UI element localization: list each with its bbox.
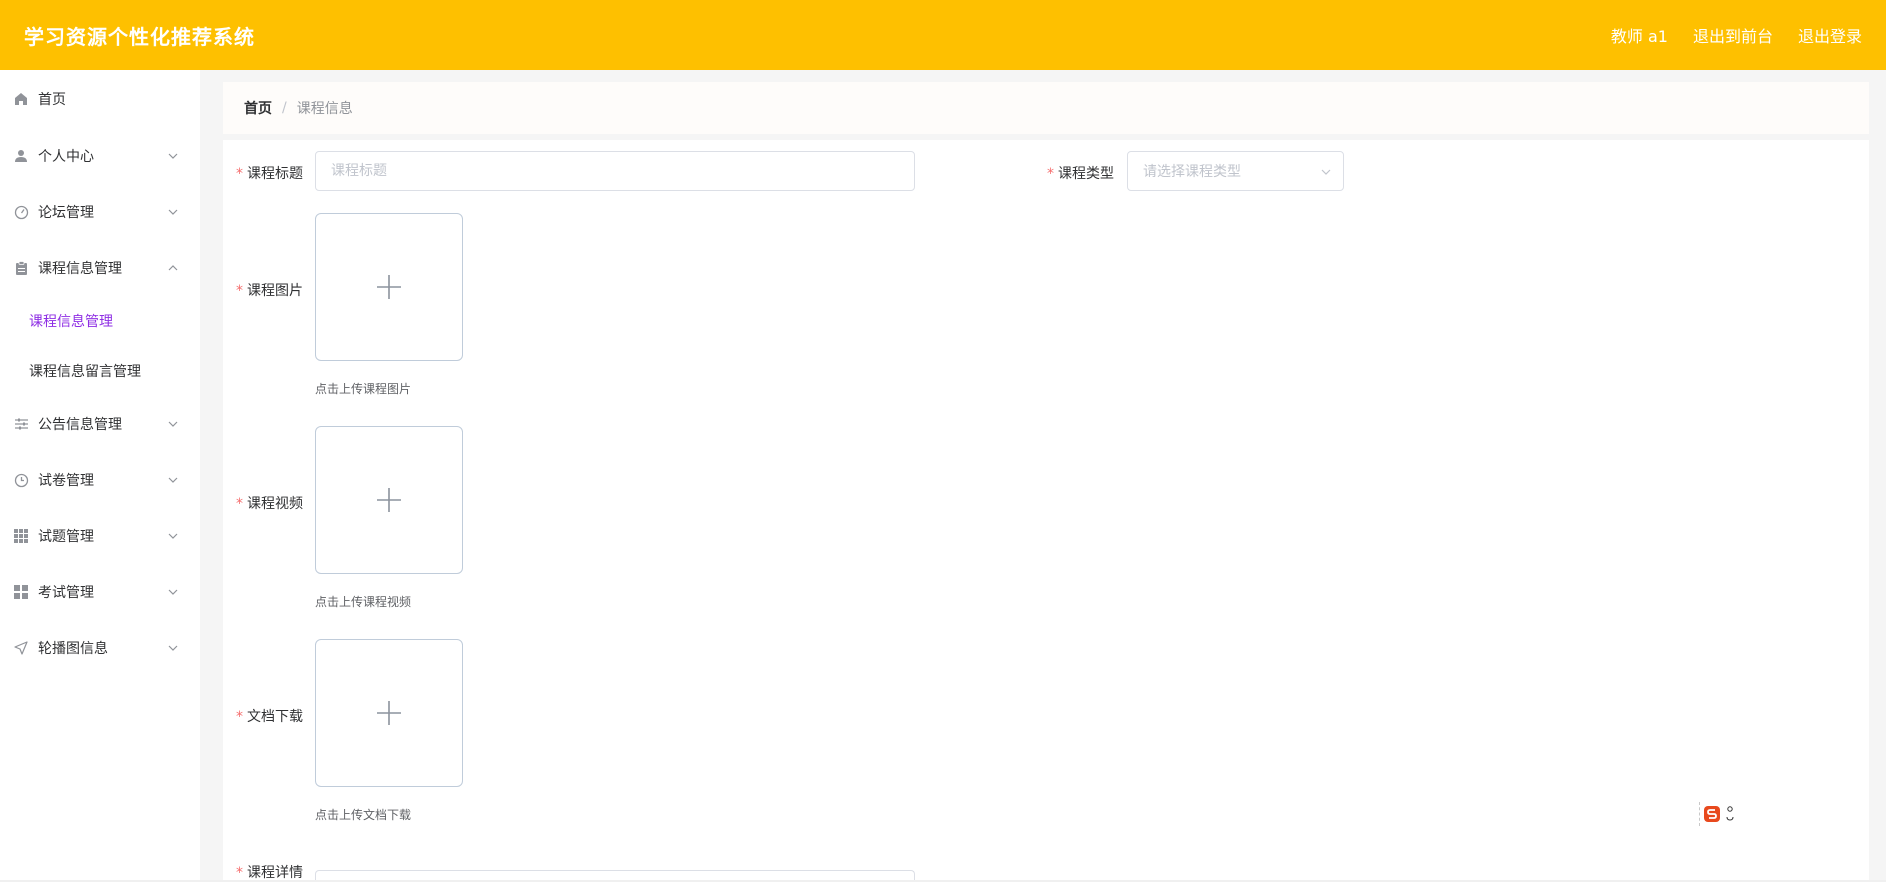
sidebar-item-label: 首页 xyxy=(38,92,66,108)
plus-icon xyxy=(377,488,401,512)
required-mark: * xyxy=(236,709,243,725)
chevron-down-icon xyxy=(168,645,178,651)
course-form: *课程标题 *课程类型 请选择课程类型 *课程图片 点击上传课程图片 *课程视频… xyxy=(223,140,1869,881)
sidebar: 首页 个人中心 论坛管理 课程信息管理 课程信息管理 课程信息留言管理 公告信息… xyxy=(0,70,200,880)
clock-icon xyxy=(13,472,29,488)
required-mark: * xyxy=(236,496,243,512)
document-tip: 点击上传文档下载 xyxy=(315,808,412,822)
logout-link[interactable]: 退出登录 xyxy=(1798,23,1862,47)
home-icon xyxy=(13,91,29,107)
chevron-down-icon xyxy=(168,153,178,159)
breadcrumb-separator: / xyxy=(282,100,287,116)
sidebar-item-label: 课程信息管理 xyxy=(38,261,122,277)
sliders-icon xyxy=(13,416,29,432)
chevron-down-icon xyxy=(168,533,178,539)
app-title: 学习资源个性化推荐系统 xyxy=(24,24,255,49)
sidebar-item-personal-center[interactable]: 个人中心 xyxy=(0,128,200,184)
sidebar-item-carousel[interactable]: 轮播图信息 xyxy=(0,620,200,676)
course-detail-label: * 课程详情 xyxy=(236,865,303,881)
chevron-down-icon xyxy=(168,421,178,427)
sidebar-item-course-info[interactable]: 课程信息管理 xyxy=(0,240,200,296)
course-title-input[interactable] xyxy=(315,151,915,191)
sidebar-item-label: 试卷管理 xyxy=(38,473,94,489)
gauge-icon xyxy=(13,204,29,220)
course-type-placeholder: 请选择课程类型 xyxy=(1143,164,1241,180)
user-label: 教师 a1 xyxy=(1610,27,1668,46)
required-mark: * xyxy=(1047,166,1054,182)
sidebar-item-papers[interactable]: 试卷管理 xyxy=(0,452,200,508)
sidebar-item-questions[interactable]: 试题管理 xyxy=(0,508,200,564)
user-icon xyxy=(13,148,29,164)
sidebar-item-label: 公告信息管理 xyxy=(38,417,122,433)
clipboard-icon xyxy=(13,260,29,276)
sidebar-item-label: 考试管理 xyxy=(38,585,94,601)
course-video-label: * 课程视频 xyxy=(236,496,303,512)
course-detail-editor[interactable] xyxy=(315,870,915,880)
apps-icon xyxy=(13,584,29,600)
course-type-label: * 课程类型 xyxy=(1047,166,1114,182)
sidebar-item-forum[interactable]: 论坛管理 xyxy=(0,184,200,240)
sidebar-item-label: 轮播图信息 xyxy=(38,641,108,657)
ime-mode-icon xyxy=(1726,806,1734,821)
plus-icon xyxy=(377,275,401,299)
chevron-down-icon xyxy=(1321,169,1331,175)
main-content: 首页 / 课程信息 *课程标题 *课程类型 请选择课程类型 *课程图片 点击上传… xyxy=(200,70,1886,881)
course-title-label: * 课程标题 xyxy=(236,166,303,182)
header-actions: 教师 a1 退出到前台 退出登录 xyxy=(1611,23,1862,47)
chevron-down-icon xyxy=(168,209,178,215)
ime-toolbar[interactable] xyxy=(1699,802,1751,826)
send-icon xyxy=(13,640,29,656)
plus-icon xyxy=(377,701,401,725)
document-uploader[interactable] xyxy=(315,639,463,787)
course-image-uploader[interactable] xyxy=(315,213,463,361)
sidebar-item-label: 论坛管理 xyxy=(38,205,94,221)
sidebar-item-label: 个人中心 xyxy=(38,149,94,165)
required-mark: * xyxy=(236,283,243,299)
grid-icon xyxy=(13,528,29,544)
sidebar-item-notices[interactable]: 公告信息管理 xyxy=(0,396,200,452)
submenu-item-course-info[interactable]: 课程信息管理 xyxy=(0,296,200,346)
chevron-down-icon xyxy=(168,589,178,595)
exit-to-front-link[interactable]: 退出到前台 xyxy=(1693,23,1773,47)
breadcrumb: 首页 / 课程信息 xyxy=(223,82,1869,134)
top-header: 学习资源个性化推荐系统 教师 a1 退出到前台 退出登录 xyxy=(0,0,1886,70)
breadcrumb-home[interactable]: 首页 xyxy=(244,98,272,118)
chevron-up-icon xyxy=(168,265,178,271)
course-video-tip: 点击上传课程视频 xyxy=(315,595,412,609)
sidebar-item-home[interactable]: 首页 xyxy=(0,70,200,128)
document-label: * 文档下载 xyxy=(236,709,303,725)
course-image-tip: 点击上传课程图片 xyxy=(315,382,412,396)
course-type-select[interactable]: 请选择课程类型 xyxy=(1127,151,1344,191)
breadcrumb-current: 课程信息 xyxy=(296,101,353,117)
sidebar-item-label: 试题管理 xyxy=(38,529,94,545)
sogou-ime-icon xyxy=(1704,806,1720,822)
course-image-label: * 课程图片 xyxy=(236,283,303,299)
submenu-item-course-comments[interactable]: 课程信息留言管理 xyxy=(0,346,200,396)
chevron-down-icon xyxy=(168,477,178,483)
required-mark: * xyxy=(236,865,243,881)
required-mark: * xyxy=(236,166,243,182)
sidebar-item-exams[interactable]: 考试管理 xyxy=(0,564,200,620)
course-video-uploader[interactable] xyxy=(315,426,463,574)
